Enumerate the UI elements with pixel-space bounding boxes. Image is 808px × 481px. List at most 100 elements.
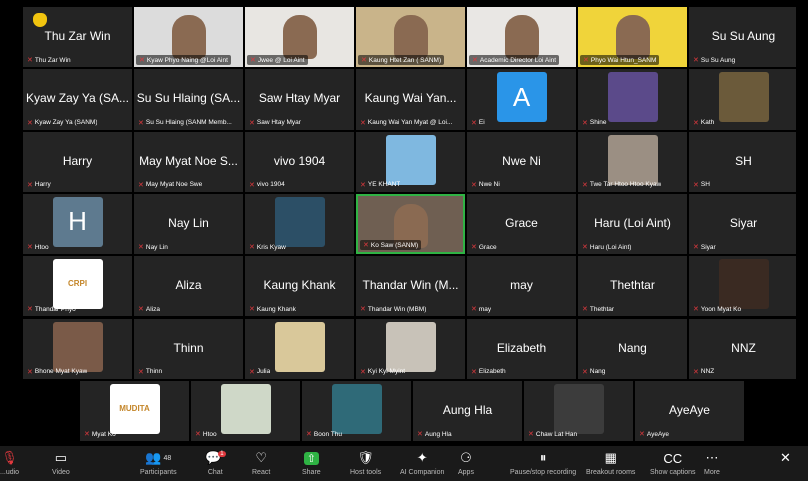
participant-tile[interactable]: Thinn ✕ Thinn <box>134 318 243 379</box>
participant-tile[interactable]: ✕ Kris Kyaw <box>245 193 354 255</box>
participant-display-name: Kaung Wai Yan... <box>364 91 457 106</box>
participant-tile[interactable]: ✕ Ko Saw (SANM) <box>356 193 465 255</box>
participant-tile[interactable]: ✕ Boon Thu <box>302 380 411 442</box>
apps-button[interactable]: ⚆ Apps <box>458 449 474 481</box>
participant-label: ✕ Nay Lin <box>138 243 168 252</box>
participant-tile[interactable]: Nang ✕ Nang <box>578 318 687 379</box>
participant-tile[interactable]: Thandar Win (M... ✕ Thandar Win (MBM) <box>356 256 465 317</box>
mic-muted-icon: ✕ <box>361 57 367 65</box>
avatar <box>385 134 436 185</box>
leave-button[interactable]: ✕ <box>780 449 791 481</box>
participant-display-name: AyeAye <box>669 402 710 417</box>
participant-name: Boon Thu <box>313 430 342 438</box>
participant-tile[interactable]: ✕ Phyo Wai Htun_SANM <box>578 7 687 68</box>
participant-tile[interactable]: Elizabeth ✕ Elizabeth <box>467 318 576 379</box>
participant-tile[interactable]: Su Su Aung ✕ Su Su Aung <box>689 7 798 68</box>
participant-tile[interactable]: ✕ Bhone Myat Kyaw <box>23 318 132 379</box>
participant-tile[interactable]: ✕ Kath <box>689 69 798 130</box>
participant-tile[interactable]: ✕ Shine <box>578 69 687 130</box>
participant-tile[interactable]: ✕ Twe Tar Htoo Htoo Kyaw <box>578 131 687 192</box>
participant-tile[interactable]: ✕ Kyi Kyi Myint <box>356 318 465 379</box>
participant-label: ✕ Kyaw Zay Ya (SANM) <box>27 119 97 127</box>
participant-label: ✕ Thethtar <box>582 305 614 314</box>
participant-tile[interactable]: Nay Lin ✕ Nay Lin <box>134 193 243 255</box>
participant-tile[interactable]: ✕ Chaw Lat Han <box>524 380 633 442</box>
participant-name: Kaung Khank <box>256 305 296 313</box>
avatar: MUDITA <box>109 383 160 434</box>
mic-muted-icon: ✕ <box>471 368 477 376</box>
more-button[interactable]: ⋯ More <box>704 449 720 481</box>
participants-button[interactable]: 👥 48 Participants <box>140 449 177 481</box>
participant-label: ✕ Ei <box>471 119 485 127</box>
breakout-rooms-button[interactable]: ▦ Breakout rooms <box>586 449 635 481</box>
participant-tile[interactable]: NNZ ✕ NNZ <box>689 318 798 379</box>
mic-muted-icon: ✕ <box>27 306 33 314</box>
participant-tile[interactable]: CRPI ✕ Thandar Phyo <box>23 256 132 317</box>
react-button[interactable]: ♡ React <box>252 449 270 481</box>
participant-display-name: Harry <box>62 153 93 168</box>
participant-tile[interactable]: Thethtar ✕ Thethtar <box>578 256 687 317</box>
participant-tile[interactable]: ✕ Kyaw Phyo Naing @Loi Aint <box>134 7 243 68</box>
participant-tile[interactable]: Nwe Ni ✕ Nwe Ni <box>467 131 576 192</box>
participant-tile[interactable]: Aliza ✕ Aliza <box>134 256 243 317</box>
participant-label: ✕ Shine <box>582 119 607 127</box>
participant-tile[interactable]: ✕ YE KHANT <box>356 131 465 192</box>
participant-name: Kath <box>700 119 715 127</box>
mic-muted-icon: ✕ <box>582 306 588 314</box>
participant-display-name: Su Su Aung <box>711 29 776 44</box>
participant-tile[interactable]: Harry ✕ Harry <box>23 131 132 192</box>
participant-display-name: Aliza <box>175 278 202 293</box>
host-tools-button[interactable]: 🛡 Host tools <box>350 449 381 481</box>
mic-muted-icon: ✕ <box>27 119 33 127</box>
participant-tile[interactable]: Kaung Wai Yan... ✕ Kaung Wai Yan Myat @ Lo… <box>356 69 465 130</box>
participant-name: Nay Lin <box>145 243 168 251</box>
participant-display-name: Kyaw Zay Ya (SA... <box>26 91 129 106</box>
mic-muted-button[interactable]: 🎙 ...udio <box>0 449 19 481</box>
participant-tile[interactable]: A ✕ Ei <box>467 69 576 130</box>
participant-tile[interactable]: may ✕ may <box>467 256 576 317</box>
participant-tile[interactable]: Haru (Loi Aint) ✕ Haru (Loi Aint) <box>578 193 687 255</box>
participant-tile[interactable]: Su Su Hlaing (SA... ✕ Su Su Hlaing (SANM M… <box>134 69 243 130</box>
participant-label: ✕ Kyi Kyi Myint <box>360 368 405 376</box>
participant-tile[interactable]: Saw Htay Myar ✕ Saw Htay Myar <box>245 69 354 130</box>
participant-tile[interactable]: ✕ Htoo <box>191 380 300 442</box>
participant-tile[interactable]: ✕ Yoon Myat Ko <box>689 256 798 317</box>
chat-button[interactable]: 💬 1 Chat <box>205 449 226 481</box>
participant-tile[interactable]: Thu Zar Win ✕ Thu Zar Win <box>23 7 132 68</box>
participant-name: Saw Htay Myar <box>256 119 301 127</box>
participant-tile[interactable]: Aung Hla ✕ Aung Hla <box>413 380 522 442</box>
participant-tile[interactable]: Kyaw Zay Ya (SA... ✕ Kyaw Zay Ya (SANM) <box>23 69 132 130</box>
participant-label: ✕ Htoo <box>195 430 217 439</box>
participant-tile[interactable]: May Myat Noe S... ✕ May Myat Noe Swe <box>134 131 243 192</box>
participant-tile[interactable]: Kaung Khank ✕ Kaung Khank <box>245 256 354 317</box>
pause-recording-button[interactable]: ⏸ Pause/stop recording <box>510 449 576 481</box>
participant-name: Nang <box>589 368 606 376</box>
mic-muted-icon: ✕ <box>249 306 255 314</box>
participant-label: ✕ Boon Thu <box>306 430 342 439</box>
captions-button[interactable]: CC Show captions <box>650 449 696 481</box>
participant-label: ✕ Twe Tar Htoo Htoo Kyaw <box>582 181 661 189</box>
mic-muted-icon: ✕ <box>582 244 588 252</box>
mic-muted-icon: ✕ <box>306 431 312 439</box>
participant-tile[interactable]: vivo 1904 ✕ vivo 1904 <box>245 131 354 192</box>
participant-tile[interactable]: Siyar ✕ Siyar <box>689 193 798 255</box>
ai-companion-button[interactable]: ✦ AI Companion <box>400 449 444 481</box>
participant-name: Bhone Myat Kyaw <box>34 368 88 376</box>
participant-tile[interactable]: ✕ Kaung Htet Zan ( SANM) <box>356 7 465 68</box>
video-button[interactable]: ▭ Video <box>52 449 70 481</box>
participant-tile[interactable]: H ✕ Htoo <box>23 193 132 255</box>
participant-tile[interactable]: SH ✕ SH <box>689 131 798 192</box>
participant-tile[interactable]: ✕ Julia <box>245 318 354 379</box>
participant-label: ✕ Bhone Myat Kyaw <box>27 368 87 376</box>
participant-tile[interactable]: AyeAye ✕ AyeAye <box>635 380 744 442</box>
participant-tile[interactable]: MUDITA ✕ Myat Ko <box>80 380 189 442</box>
participant-tile[interactable]: ✕ Jwee @ Loi Aint <box>245 7 354 68</box>
participant-tile[interactable]: Grace ✕ Grace <box>467 193 576 255</box>
participant-name: AyeAye <box>646 430 670 438</box>
participant-display-name: May Myat Noe S... <box>139 153 238 168</box>
avatar <box>607 134 658 185</box>
participant-tile[interactable]: ✕ Academic Director Loi Aint <box>467 7 576 68</box>
share-button[interactable]: ⇧ Share <box>302 449 321 481</box>
avatar <box>607 72 658 123</box>
participant-display-name: Thinn <box>173 340 204 355</box>
